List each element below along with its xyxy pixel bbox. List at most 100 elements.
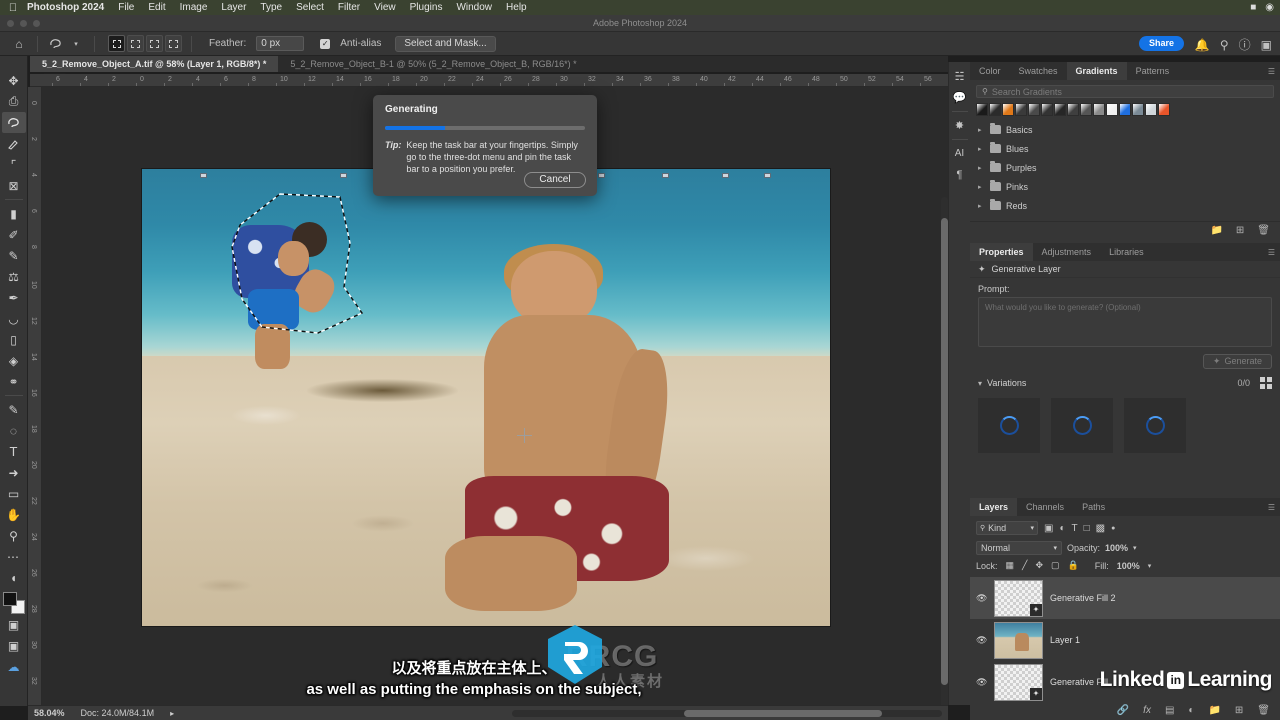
filter-toggle-icon[interactable]: ●	[1111, 525, 1115, 532]
chevron-right-icon[interactable]: ▸	[978, 183, 985, 191]
blend-mode-select[interactable]: Normal ▾	[976, 540, 1062, 555]
subtract-from-selection-icon[interactable]	[146, 35, 163, 52]
help-icon[interactable]: ⓘ	[1239, 36, 1251, 53]
panel-menu-icon[interactable]: ☰	[1268, 248, 1275, 257]
new-selection-icon[interactable]	[108, 35, 125, 52]
new-group-icon[interactable]: 📁	[1210, 225, 1222, 236]
layer-thumbnail[interactable]	[994, 621, 1043, 659]
frame-tool-icon[interactable]: ⊠	[2, 175, 26, 196]
menu-item-edit[interactable]: Edit	[141, 0, 172, 15]
gradient-swatch[interactable]	[1054, 103, 1066, 116]
menu-item-view[interactable]: View	[367, 0, 403, 15]
delete-icon[interactable]: 🗑	[1257, 225, 1270, 236]
gradient-swatch[interactable]	[1028, 103, 1040, 116]
screen-mode-icon[interactable]: ▣	[2, 614, 26, 635]
dodge-tool-icon[interactable]: ⚭	[2, 371, 26, 392]
document-tab-active[interactable]: 5_2_Remove_Object_A.tif @ 58% (Layer 1, …	[30, 56, 279, 72]
menu-item-filter[interactable]: Filter	[331, 0, 367, 15]
menu-item-type[interactable]: Type	[253, 0, 289, 15]
variation-cell[interactable]	[1051, 398, 1113, 453]
chevron-right-icon[interactable]: ▸	[978, 202, 985, 210]
home-icon[interactable]: ⌂	[10, 35, 28, 53]
cancel-button[interactable]: Cancel	[524, 172, 586, 188]
canvas-horizontal-scrollbar[interactable]	[512, 710, 942, 717]
control-center-icon[interactable]: ◉	[1265, 2, 1274, 13]
gradient-swatch[interactable]	[1119, 103, 1131, 116]
opacity-value[interactable]: 100%	[1105, 543, 1128, 553]
active-tool-preset[interactable]: ▾	[47, 35, 85, 53]
panel-menu-icon[interactable]: ☰	[1268, 67, 1275, 76]
menu-item-select[interactable]: Select	[289, 0, 331, 15]
menu-item-image[interactable]: Image	[173, 0, 215, 15]
table-row[interactable]: 👁 ✦ Generative Fill 2	[970, 577, 1280, 619]
gradient-swatch[interactable]	[1106, 103, 1118, 116]
crop-tool-icon[interactable]: ⌜	[2, 154, 26, 175]
paragraph-icon[interactable]: ¶	[950, 164, 970, 185]
edit-toolbar-icon[interactable]: ⋯	[2, 546, 26, 567]
opacity-stepper-icon[interactable]: ▾	[1133, 544, 1137, 552]
adjustments-icon[interactable]: ✸	[950, 115, 970, 136]
prompt-input[interactable]: What would you like to generate? (Option…	[978, 297, 1272, 347]
tab-paths[interactable]: Paths	[1073, 498, 1114, 516]
menu-item-help[interactable]: Help	[499, 0, 534, 15]
layer-visibility-icon[interactable]: 👁	[976, 635, 987, 646]
layer-name[interactable]: Layer 1	[1050, 635, 1080, 645]
tab-adjustments[interactable]: Adjustments	[1033, 243, 1101, 261]
add-to-selection-icon[interactable]	[127, 35, 144, 52]
gradient-swatch[interactable]	[1002, 103, 1014, 116]
menu-item-file[interactable]: File	[111, 0, 141, 15]
variation-cell[interactable]	[978, 398, 1040, 453]
zoom-level[interactable]: 58.04%	[34, 708, 65, 718]
battery-icon[interactable]: ■	[1250, 2, 1256, 13]
history-brush-tool-icon[interactable]: ✒	[2, 287, 26, 308]
filter-shape-icon[interactable]: □	[1084, 523, 1090, 534]
grid-view-icon[interactable]	[1260, 377, 1272, 389]
tab-color[interactable]: Color	[970, 62, 1010, 80]
document-tab-secondary[interactable]: 5_2_Remove_Object_B-1 @ 50% (5_2_Remove_…	[278, 56, 589, 72]
horizontal-ruler[interactable]: 6 4 2 0 2 4 6 8 10 12 14 16 18 20 22 24 26 28 30 32 34 36 38 40…	[30, 74, 948, 87]
tab-layers[interactable]: Layers	[970, 498, 1018, 516]
shape-tool-icon[interactable]: ▭	[2, 483, 26, 504]
generate-button[interactable]: ✦ Generate	[1202, 354, 1272, 369]
panel-menu-icon[interactable]: ☰	[1268, 503, 1275, 512]
layer-style-icon[interactable]: fx	[1143, 705, 1151, 716]
tab-libraries[interactable]: Libraries	[1100, 243, 1153, 261]
variation-cell[interactable]	[1124, 398, 1186, 453]
gradient-swatch[interactable]	[1067, 103, 1079, 116]
feather-input[interactable]: 0 px	[256, 36, 305, 51]
pen-tool-icon[interactable]: ✎	[2, 399, 26, 420]
lock-position-icon[interactable]: ✥	[1035, 560, 1043, 571]
menu-app-name[interactable]: Photoshop 2024	[20, 0, 111, 15]
layer-thumbnail[interactable]: ✦	[994, 663, 1043, 701]
type-tool-icon[interactable]: T	[2, 441, 26, 462]
eyedropper-tool-icon[interactable]: ▮	[2, 203, 26, 224]
libraries-icon[interactable]: ☵	[950, 66, 970, 87]
brush-tool-icon[interactable]: ✎	[2, 245, 26, 266]
tab-properties[interactable]: Properties	[970, 243, 1033, 261]
layer-thumbnail[interactable]: ✦	[994, 579, 1043, 617]
tab-gradients[interactable]: Gradients	[1066, 62, 1127, 80]
layer-name[interactable]: Generative Fill 2	[1050, 593, 1116, 603]
gradient-swatch[interactable]	[1015, 103, 1027, 116]
filter-adjustment-icon[interactable]: ◐	[1059, 523, 1065, 534]
lock-transparent-icon[interactable]: ▦	[1006, 560, 1015, 571]
gradient-swatch[interactable]	[1145, 103, 1157, 116]
rectangular-marquee-tool-icon[interactable]: ⎙	[2, 91, 26, 112]
layer-visibility-icon[interactable]: 👁	[976, 593, 987, 604]
layer-visibility-icon[interactable]: 👁	[976, 677, 987, 688]
tab-swatches[interactable]: Swatches	[1010, 62, 1067, 80]
link-layers-icon[interactable]: 🔗	[1117, 705, 1129, 716]
path-selection-tool-icon[interactable]: ◌	[2, 420, 26, 441]
chevron-right-icon[interactable]: ▸	[978, 145, 985, 153]
filter-pixel-icon[interactable]: ▣	[1044, 523, 1053, 534]
intersect-selection-icon[interactable]	[165, 35, 182, 52]
zoom-tool-icon[interactable]: ⚲	[2, 525, 26, 546]
chevron-right-icon[interactable]: ▸	[978, 164, 985, 172]
apple-logo-icon[interactable]: 	[6, 2, 20, 14]
screen-mode-alt-icon[interactable]: ▣	[2, 635, 26, 656]
canvas-vertical-scrollbar[interactable]	[941, 197, 948, 705]
select-and-mask-button[interactable]: Select and Mask...	[395, 35, 496, 52]
lock-artboard-icon[interactable]: ▢	[1051, 560, 1060, 571]
gradient-folder-basics[interactable]: ▸ Basics	[970, 120, 1280, 139]
blur-tool-icon[interactable]: ◈	[2, 350, 26, 371]
